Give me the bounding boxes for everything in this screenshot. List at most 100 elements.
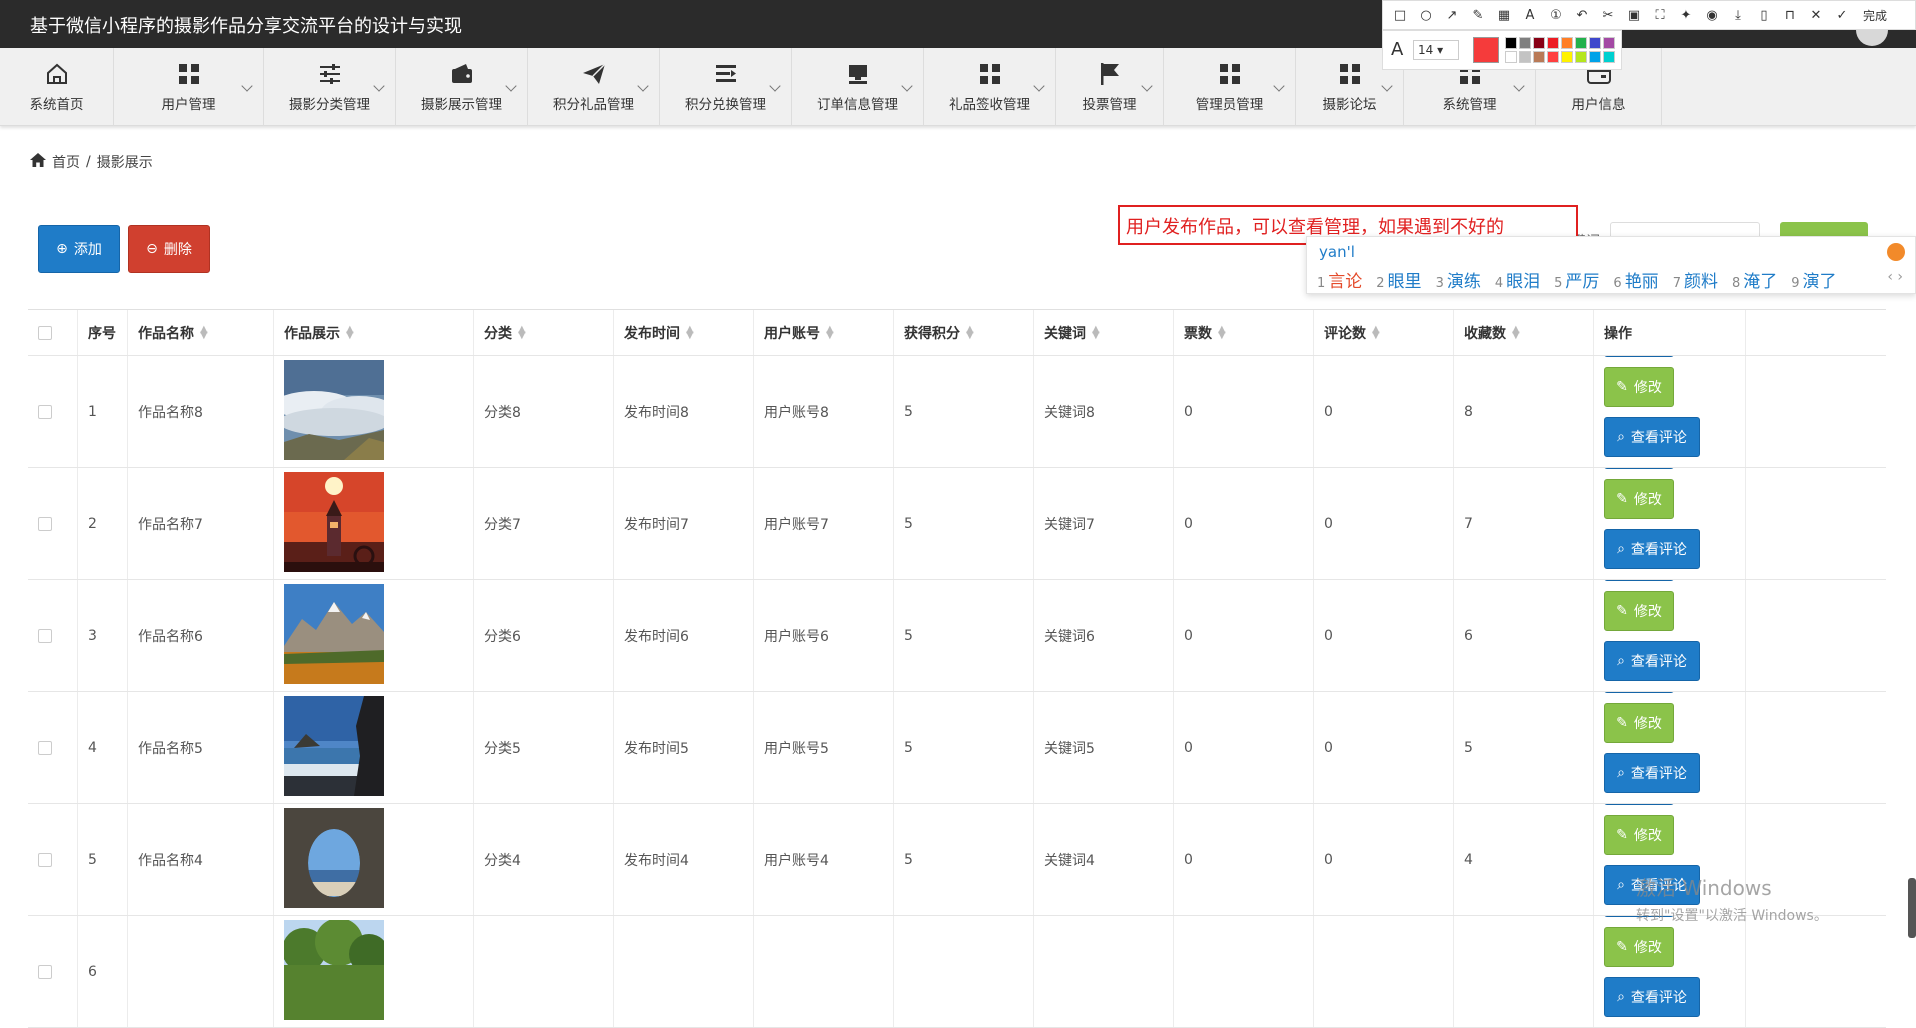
undo-icon[interactable]: ↶ xyxy=(1573,6,1591,24)
mountain-autumn-photo[interactable] xyxy=(284,583,384,688)
color-swatch[interactable] xyxy=(1561,37,1573,49)
nav-item-7[interactable]: 订单信息管理 xyxy=(792,48,924,126)
column-header[interactable]: 作品名称 ▲ ▼ xyxy=(128,310,274,355)
edit-button[interactable]: ✎ 修改 xyxy=(1604,702,1674,743)
color-swatch[interactable] xyxy=(1575,37,1587,49)
sort-icon[interactable]: ▲ ▼ xyxy=(1218,324,1226,340)
edit-button[interactable]: ✎ 修改 xyxy=(1604,926,1674,967)
color-swatch[interactable] xyxy=(1547,51,1559,63)
color-swatch[interactable] xyxy=(1533,51,1545,63)
row-delete-button[interactable]: ✕删除 xyxy=(1604,802,1674,803)
sort-icon[interactable]: ▲ ▼ xyxy=(966,324,974,340)
nav-item-10[interactable]: 管理员管理 xyxy=(1164,48,1296,126)
ime-candidate[interactable]: 9 演了 xyxy=(1791,267,1836,292)
arrow-tool-icon[interactable]: ↗ xyxy=(1443,6,1461,24)
view-comments-button[interactable]: ⌕ 查看评论 xyxy=(1604,976,1700,1017)
rock-arch-photo[interactable] xyxy=(284,807,384,912)
view-comments-button[interactable]: ⌕ 查看评论 xyxy=(1604,640,1700,681)
ime-candidate[interactable]: 6 艳丽 xyxy=(1613,267,1658,292)
row-delete-button[interactable]: ✕删除 xyxy=(1604,466,1674,467)
edit-button[interactable]: ✎ 修改 xyxy=(1604,478,1674,519)
column-header[interactable]: 作品展示 ▲ ▼ xyxy=(274,310,474,355)
ime-page-arrows-icon[interactable]: ‹ › xyxy=(1887,269,1903,285)
phone-icon[interactable]: ▯ xyxy=(1755,6,1773,24)
color-swatch[interactable] xyxy=(1505,51,1517,63)
color-swatch[interactable] xyxy=(1603,37,1615,49)
pin-icon[interactable]: ✦ xyxy=(1677,6,1695,24)
ime-candidate[interactable]: 3 演练 xyxy=(1436,267,1481,292)
delete-button[interactable]: ⊖ 删除 xyxy=(128,225,210,273)
close-icon[interactable]: ✕ xyxy=(1807,6,1825,24)
ocr-icon[interactable]: ▣ xyxy=(1625,6,1643,24)
color-swatch[interactable] xyxy=(1575,51,1587,63)
nav-item-9[interactable]: 投票管理 xyxy=(1056,48,1164,126)
breadcrumb-home[interactable]: 首页 xyxy=(52,152,80,172)
column-header[interactable]: 评论数 ▲ ▼ xyxy=(1314,310,1454,355)
current-color-swatch[interactable] xyxy=(1473,37,1499,63)
color-swatch[interactable] xyxy=(1561,51,1573,63)
nav-item-6[interactable]: 积分兑换管理 xyxy=(660,48,792,126)
rectangle-tool-icon[interactable]: □ xyxy=(1391,6,1409,24)
select-all-checkbox[interactable] xyxy=(38,325,52,340)
nav-item-4[interactable]: 摄影展示管理 xyxy=(396,48,528,126)
ime-logo-icon[interactable] xyxy=(1887,243,1905,261)
sort-icon[interactable]: ▲ ▼ xyxy=(200,324,208,340)
nav-item-3[interactable]: 摄影分类管理 xyxy=(264,48,396,126)
home-icon[interactable] xyxy=(30,153,46,171)
sort-icon[interactable]: ▲ ▼ xyxy=(1512,324,1520,340)
ime-candidate[interactable]: 4 眼泪 xyxy=(1495,267,1540,292)
sort-icon[interactable]: ▲ ▼ xyxy=(518,324,526,340)
view-button[interactable]: ⌕查看 xyxy=(1604,692,1674,693)
coast-rocks-photo[interactable] xyxy=(284,695,384,800)
row-checkbox[interactable] xyxy=(38,964,52,979)
font-size-select[interactable]: 14 ▾ xyxy=(1413,40,1459,60)
column-header[interactable]: 发布时间 ▲ ▼ xyxy=(614,310,754,355)
view-comments-button[interactable]: ⌕ 查看评论 xyxy=(1604,752,1700,793)
view-comments-button[interactable]: ⌕ 查看评论 xyxy=(1604,528,1700,569)
ime-candidate[interactable]: 7 颜料 xyxy=(1673,267,1718,292)
view-button[interactable]: ⌕查看 xyxy=(1604,580,1674,581)
color-swatch[interactable] xyxy=(1589,51,1601,63)
nav-item-1[interactable]: 系统首页 xyxy=(0,48,114,126)
row-checkbox[interactable] xyxy=(38,516,52,531)
ime-candidate[interactable]: 2 眼里 xyxy=(1376,267,1421,292)
color-swatch[interactable] xyxy=(1505,37,1517,49)
ime-candidate[interactable]: 1 言论 xyxy=(1317,267,1362,292)
nav-item-8[interactable]: 礼品签收管理 xyxy=(924,48,1056,126)
column-header[interactable]: 关键词 ▲ ▼ xyxy=(1034,310,1174,355)
sort-icon[interactable]: ▲ ▼ xyxy=(1092,324,1100,340)
check-icon[interactable]: ✓ xyxy=(1833,6,1851,24)
column-header[interactable]: 获得积分 ▲ ▼ xyxy=(894,310,1034,355)
fullscreen-icon[interactable]: ⛶ xyxy=(1651,6,1669,24)
view-button[interactable]: ⌕查看 xyxy=(1604,804,1674,805)
sort-icon[interactable]: ▲ ▼ xyxy=(1372,324,1380,340)
row-checkbox[interactable] xyxy=(38,852,52,867)
side-panel-handle[interactable] xyxy=(1908,878,1916,938)
column-header[interactable]: 分类 ▲ ▼ xyxy=(474,310,614,355)
bookmark-icon[interactable]: ⊓ xyxy=(1781,6,1799,24)
color-swatch[interactable] xyxy=(1603,51,1615,63)
sort-icon[interactable]: ▲ ▼ xyxy=(686,324,694,340)
text-tool-icon[interactable]: A xyxy=(1521,6,1539,24)
column-header[interactable]: 票数 ▲ ▼ xyxy=(1174,310,1314,355)
color-swatch[interactable] xyxy=(1533,37,1545,49)
edit-button[interactable]: ✎ 修改 xyxy=(1604,366,1674,407)
pen-tool-icon[interactable]: ✎ xyxy=(1469,6,1487,24)
download-icon[interactable]: ⤓ xyxy=(1729,6,1747,24)
ime-candidate[interactable]: 8 淹了 xyxy=(1732,267,1777,292)
view-button[interactable]: ⌕查看 xyxy=(1604,468,1674,469)
nav-item-5[interactable]: 积分礼品管理 xyxy=(528,48,660,126)
ime-candidate[interactable]: 5 严厉 xyxy=(1554,267,1599,292)
record-icon[interactable]: ◉ xyxy=(1703,6,1721,24)
add-button[interactable]: ⊕ 添加 xyxy=(38,225,120,273)
nav-item-2[interactable]: 用户管理 xyxy=(114,48,264,126)
view-comments-button[interactable]: ⌕ 查看评论 xyxy=(1604,416,1700,457)
serial-number-tool-icon[interactable]: ① xyxy=(1547,6,1565,24)
sort-icon[interactable]: ▲ ▼ xyxy=(346,324,354,340)
mosaic-tool-icon[interactable]: ▦ xyxy=(1495,6,1513,24)
scissors-icon[interactable]: ✂ xyxy=(1599,6,1617,24)
row-checkbox[interactable] xyxy=(38,404,52,419)
row-delete-button[interactable]: ✕删除 xyxy=(1604,578,1674,579)
clouds-landscape-photo[interactable] xyxy=(274,359,397,464)
color-swatch[interactable] xyxy=(1519,51,1531,63)
